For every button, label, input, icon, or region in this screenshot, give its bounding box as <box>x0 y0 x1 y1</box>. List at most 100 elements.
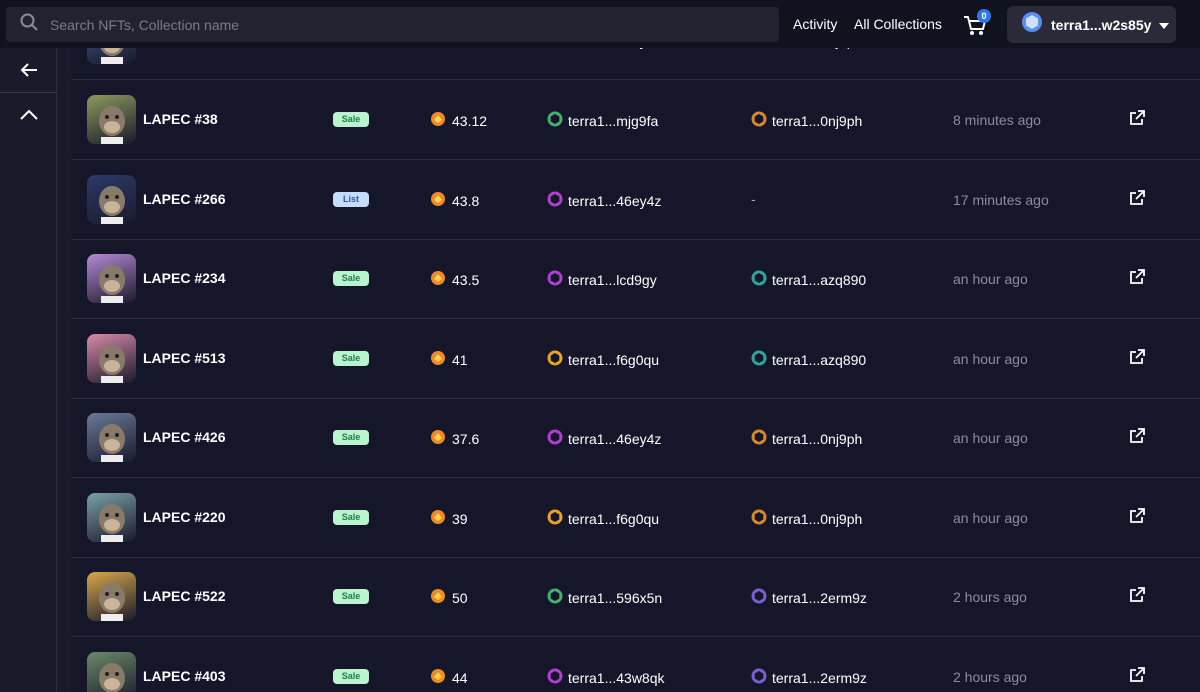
nft-name[interactable]: LAPEC #513 <box>143 350 225 366</box>
luna-coin-icon <box>430 509 452 528</box>
from-avatar-icon <box>547 429 568 448</box>
to-address-text: terra1...2erm9z <box>772 589 867 606</box>
nav-all-collections[interactable]: All Collections <box>854 16 942 32</box>
nft-thumbnail[interactable] <box>87 572 136 621</box>
price: 44 <box>430 668 468 687</box>
price: 50 <box>430 588 468 607</box>
search-input[interactable] <box>50 16 650 33</box>
external-link-icon[interactable] <box>1129 586 1146 608</box>
from-avatar-icon <box>547 668 568 687</box>
table-row[interactable]: LAPEC #38 Sale 43.12 terra1...mjg9fa terra1.… <box>71 80 1200 160</box>
chevron-down-icon <box>1159 16 1170 34</box>
external-link-icon[interactable] <box>1129 189 1146 211</box>
from-address-text: terra1...46ey4z <box>568 430 662 447</box>
from-address[interactable]: terra1...lcd9gy <box>547 270 657 289</box>
to-address[interactable]: terra1...azq890 <box>751 350 866 369</box>
from-address-text: terra1...f6g0qu <box>568 510 660 527</box>
wallet-avatar-icon <box>1021 11 1043 38</box>
price-value: 41 <box>452 351 468 368</box>
nft-name[interactable]: LAPEC #522 <box>143 588 225 604</box>
to-address-empty: - <box>751 191 756 207</box>
from-address[interactable]: terra1...mjg9fa <box>547 111 658 130</box>
to-avatar-icon <box>751 588 772 607</box>
table-row[interactable]: LAPEC #220 Sale 39 terra1...f6g0qu terra1...… <box>71 478 1200 558</box>
nft-thumbnail[interactable] <box>87 175 136 224</box>
to-address-text: terra1...0nj9ph <box>772 112 863 129</box>
to-address[interactable]: terra1...0nj9ph <box>751 429 862 448</box>
nft-thumbnail[interactable] <box>87 652 136 692</box>
event-type-badge: Sale <box>333 430 369 445</box>
from-address-text: terra1...43w8qk <box>568 669 665 686</box>
from-address[interactable]: terra1...f6g0qu <box>547 350 659 369</box>
from-address-text: terra1...f6g0qu <box>568 351 660 368</box>
nft-name[interactable]: LAPEC #234 <box>143 270 225 286</box>
table-row[interactable]: LAPEC #522 Sale 50 terra1...596x5n terra1...… <box>71 557 1200 637</box>
to-address[interactable]: terra1...0nj9ph <box>751 111 862 130</box>
cart-button[interactable]: 0 <box>962 9 992 40</box>
table-row[interactable]: LAPEC #426 Sale 37.6 terra1...46ey4z terra1.… <box>71 398 1200 478</box>
from-address[interactable]: terra1...46ey4z <box>547 191 661 210</box>
event-type-badge: Sale <box>333 510 369 525</box>
sidebar-divider <box>0 92 57 93</box>
nft-name[interactable]: LAPEC #220 <box>143 509 225 525</box>
to-avatar-icon <box>751 350 772 369</box>
table-row[interactable]: LAPEC #234 Sale 43.5 terra1...lcd9gy terra1.… <box>71 239 1200 319</box>
to-address[interactable]: terra1...2erm9z <box>751 588 867 607</box>
collapse-button[interactable] <box>0 94 57 138</box>
to-avatar-icon <box>751 270 772 289</box>
nft-thumbnail[interactable] <box>87 334 136 383</box>
nft-thumbnail[interactable] <box>87 254 136 303</box>
to-address-text: terra1...azq890 <box>772 351 867 368</box>
price: 37.6 <box>430 429 479 448</box>
to-address[interactable]: terra1...2erm9z <box>751 668 867 687</box>
wallet-button[interactable]: terra1...w2s85y <box>1007 6 1176 43</box>
to-address[interactable]: terra1...0nj9ph <box>751 509 862 528</box>
to-avatar-icon <box>751 668 772 687</box>
external-link-icon[interactable] <box>1129 268 1146 290</box>
table-row[interactable]: LAPEC #266 List 43.8 terra1...46ey4z - 17 min… <box>71 160 1200 240</box>
nft-name[interactable]: LAPEC #426 <box>143 429 225 445</box>
event-time: an hour ago <box>953 510 1028 526</box>
nft-name[interactable]: LAPEC #403 <box>143 668 225 684</box>
from-avatar-icon <box>547 191 568 210</box>
event-time: an hour ago <box>953 271 1028 287</box>
nft-thumbnail[interactable] <box>87 413 136 462</box>
external-link-icon[interactable] <box>1129 507 1146 529</box>
from-address[interactable]: terra1...43w8qk <box>547 668 665 687</box>
event-time: an hour ago <box>953 430 1028 446</box>
from-address-text: terra1...mjg9fa <box>568 112 659 129</box>
table-row[interactable]: LAPEC #513 Sale 41 terra1...f6g0qu terra1...… <box>71 319 1200 399</box>
from-address[interactable]: terra1...596x5n <box>547 588 662 607</box>
activity-table: LAPEC #266 Sale 43.8 terra1...46ey4z terra1.… <box>71 0 1200 692</box>
price-value: 39 <box>452 510 468 527</box>
cart-count-badge: 0 <box>977 9 991 23</box>
price-value: 50 <box>452 589 468 606</box>
back-button[interactable] <box>0 50 57 94</box>
price-value: 43.12 <box>452 112 488 129</box>
external-link-icon[interactable] <box>1129 427 1146 449</box>
external-link-icon[interactable] <box>1129 348 1146 370</box>
nft-thumbnail[interactable] <box>87 95 136 144</box>
price-value: 43.5 <box>452 271 480 288</box>
luna-coin-icon <box>430 429 452 448</box>
to-address[interactable]: terra1...azq890 <box>751 270 866 289</box>
event-type-badge: Sale <box>333 112 369 127</box>
from-address[interactable]: terra1...46ey4z <box>547 429 661 448</box>
nft-thumbnail[interactable] <box>87 493 136 542</box>
from-address-text: terra1...46ey4z <box>568 192 662 209</box>
from-address[interactable]: terra1...f6g0qu <box>547 509 659 528</box>
luna-coin-icon <box>430 191 452 210</box>
top-bar: Activity All Collections 0 terra1...w2s8… <box>0 0 1200 48</box>
table-row[interactable]: LAPEC #403 Sale 44 terra1...43w8qk terra1...… <box>71 637 1200 692</box>
external-link-icon[interactable] <box>1129 666 1146 688</box>
to-address-text: terra1...0nj9ph <box>772 430 863 447</box>
search-box[interactable] <box>6 7 779 42</box>
nft-name[interactable]: LAPEC #266 <box>143 191 225 207</box>
to-avatar-icon <box>751 429 772 448</box>
nft-name[interactable]: LAPEC #38 <box>143 111 218 127</box>
nav-activity[interactable]: Activity <box>793 16 837 32</box>
external-link-icon[interactable] <box>1129 109 1146 131</box>
to-avatar-icon <box>751 111 772 130</box>
price-value: 43.8 <box>452 192 480 209</box>
event-time: 8 minutes ago <box>953 112 1041 128</box>
